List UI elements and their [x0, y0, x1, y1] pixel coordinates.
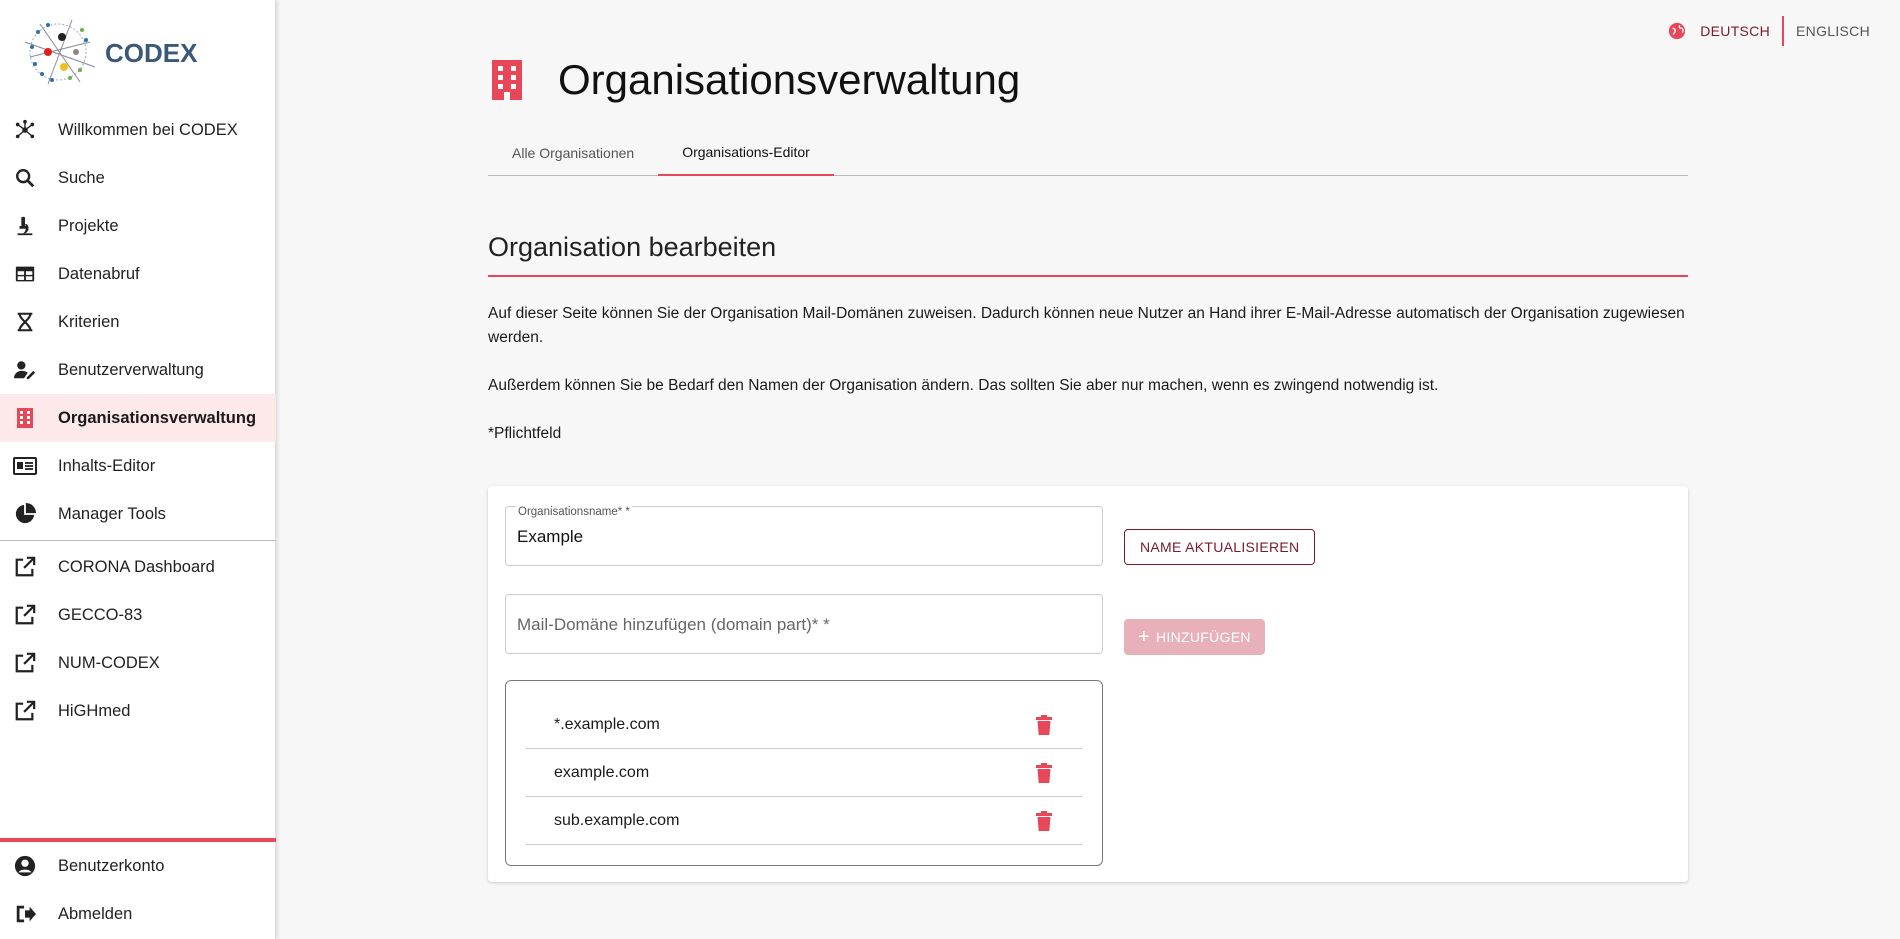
list-item: example.com [526, 749, 1082, 797]
external-link-icon [12, 698, 38, 724]
sidebar-link-gecco-83[interactable]: GECCO-83 [0, 591, 276, 639]
sidebar-item-label: Kriterien [58, 312, 120, 331]
sidebar-link-label: CORONA Dashboard [58, 557, 215, 576]
language-switcher: DEUTSCH ENGLISCH [1668, 16, 1870, 46]
domain-name: example.com [554, 763, 650, 781]
organisation-name-input[interactable] [517, 507, 1087, 567]
sidebar-link-num-codex[interactable]: NUM-CODEX [0, 639, 276, 687]
tab-organisations-editor[interactable]: Organisations-Editor [658, 130, 834, 176]
sidebar-item-label: Manager Tools [58, 504, 166, 523]
sidebar: CODEX Willkommen bei CODEX Suche Projekt… [0, 0, 276, 939]
trash-icon[interactable] [1034, 714, 1054, 736]
section-title: Organisation bearbeiten [488, 232, 1688, 277]
required-note: *Pflichtfeld [488, 425, 562, 442]
language-englisch[interactable]: ENGLISCH [1784, 23, 1870, 39]
organisation-form-card: Organisationsname* * NAME AKTUALISIEREN … [488, 486, 1688, 882]
sidebar-item-label: Abmelden [58, 904, 133, 923]
add-domain-label: HINZUFÜGEN [1155, 629, 1251, 645]
sidebar-link-highmed[interactable]: HiGHmed [0, 687, 276, 735]
plus-icon: + [1138, 626, 1150, 648]
sidebar-item-label: Projekte [58, 216, 119, 235]
add-domain-button[interactable]: + HINZUFÜGEN [1124, 619, 1265, 655]
tab-alle-organisationen[interactable]: Alle Organisationen [488, 130, 658, 176]
sidebar-item-benutzerkonto[interactable]: Benutzerkonto [0, 842, 276, 890]
domain-name: *.example.com [554, 715, 660, 733]
sidebar-bottom: Benutzerkonto Abmelden [0, 838, 276, 938]
brand-name: CODEX [105, 38, 198, 68]
sidebar-item-label: Willkommen bei CODEX [58, 120, 238, 139]
sidebar-item-kriterien[interactable]: Kriterien [0, 298, 276, 346]
organisation-name-field: Organisationsname* * [505, 506, 1103, 567]
update-name-button[interactable]: NAME AKTUALISIEREN [1124, 529, 1316, 565]
logout-icon [12, 901, 38, 927]
language-deutsch[interactable]: DEUTSCH [1700, 16, 1785, 46]
sidebar-item-manager-tools[interactable]: Manager Tools [0, 490, 276, 538]
domain-name: sub.example.com [554, 811, 680, 829]
sidebar-item-label: Inhalts-Editor [58, 456, 156, 475]
globe-icon [1668, 22, 1686, 40]
pie-chart-icon [12, 501, 38, 527]
hub-icon [12, 117, 38, 143]
sidebar-item-label: Benutzerkonto [58, 856, 165, 875]
codex-logo-graphic [24, 19, 96, 85]
external-link-icon [12, 554, 38, 580]
domain-list: *.example.com example.com sub.example.co… [505, 680, 1103, 866]
list-item: sub.example.com [526, 797, 1082, 845]
external-link-icon [12, 650, 38, 676]
sidebar-item-label: Benutzerverwaltung [58, 360, 204, 379]
mail-domain-input[interactable] [517, 595, 1087, 655]
external-link-icon [12, 602, 38, 628]
trash-icon[interactable] [1034, 762, 1054, 784]
mail-domain-field [505, 594, 1103, 655]
table-icon [12, 261, 38, 287]
sidebar-item-label: Organisationsverwaltung [58, 408, 257, 427]
page-header: Organisationsverwaltung [488, 56, 1020, 104]
sidebar-link-label: HiGHmed [58, 701, 131, 720]
sidebar-link-label: GECCO-83 [58, 605, 143, 624]
account-circle-icon [12, 853, 38, 879]
sidebar-item-label: Suche [58, 168, 105, 187]
sidebar-item-willkommen[interactable]: Willkommen bei CODEX [0, 106, 276, 154]
page-title: Organisationsverwaltung [558, 56, 1021, 103]
dna-icon [12, 309, 38, 335]
sidebar-item-suche[interactable]: Suche [0, 154, 276, 202]
sidebar-item-label: Datenabruf [58, 264, 140, 283]
user-edit-icon [12, 357, 38, 383]
tab-bar: Alle Organisationen Organisations-Editor [488, 130, 1688, 176]
sidebar-link-label: NUM-CODEX [58, 653, 160, 672]
sidebar-item-inhalts-editor[interactable]: Inhalts-Editor [0, 442, 276, 490]
newspaper-icon [12, 453, 38, 479]
sidebar-link-corona-dashboard[interactable]: CORONA Dashboard [0, 543, 276, 591]
sidebar-nav: Willkommen bei CODEX Suche Projekte Date… [0, 106, 276, 735]
codex-logo[interactable]: CODEX [20, 12, 200, 90]
sidebar-item-datenabruf[interactable]: Datenabruf [0, 250, 276, 298]
search-icon [12, 165, 38, 191]
building-icon [12, 405, 38, 431]
sidebar-divider [0, 540, 276, 541]
sidebar-item-abmelden[interactable]: Abmelden [0, 890, 276, 938]
sidebar-item-benutzerverwaltung[interactable]: Benutzerverwaltung [0, 346, 276, 394]
microscope-icon [12, 213, 38, 239]
sidebar-item-projekte[interactable]: Projekte [0, 202, 276, 250]
building-icon [492, 60, 532, 100]
trash-icon[interactable] [1034, 810, 1054, 832]
intro-paragraph: Auf dieser Seite können Sie der Organisa… [488, 305, 1685, 346]
info-paragraph: Außerdem können Sie be Bedarf den Namen … [488, 377, 1439, 394]
sidebar-item-organisationsverwaltung[interactable]: Organisationsverwaltung [0, 394, 276, 442]
list-item: *.example.com [526, 701, 1082, 749]
